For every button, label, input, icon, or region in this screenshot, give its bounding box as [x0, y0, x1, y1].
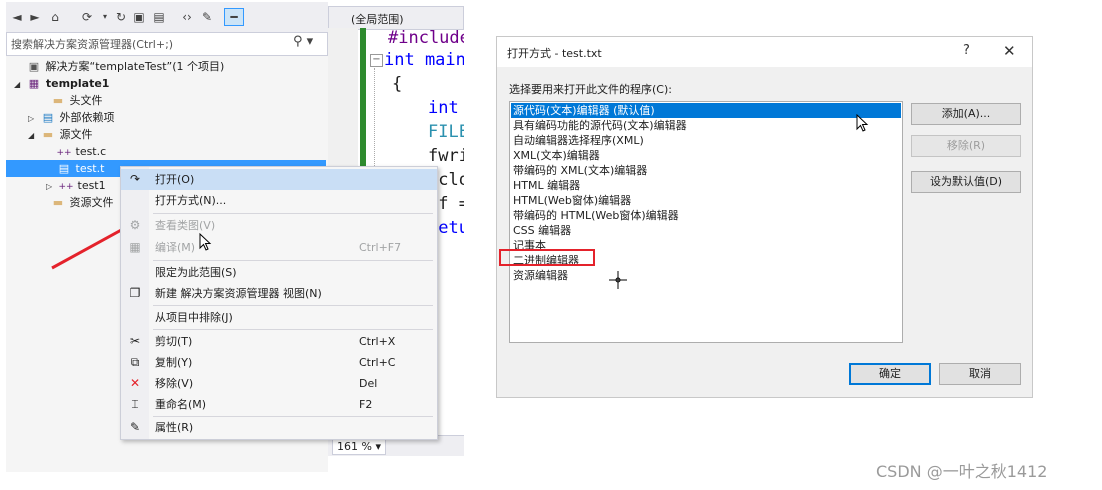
menu-item-view-class-diagram[interactable]: ⚙ 查看类图(V) — [121, 215, 437, 236]
program-list-label: 选择要用来打开此文件的程序(C): — [509, 83, 672, 96]
menu-item-label: 打开(O) — [155, 173, 195, 186]
list-item[interactable]: XML(文本)编辑器 — [511, 148, 901, 163]
menu-item-new-view[interactable]: ❐ 新建 解决方案资源管理器 视图(N) — [121, 283, 437, 304]
menu-item-label: 打开方式(N)... — [155, 194, 227, 207]
menu-item-open-with[interactable]: 打开方式(N)... — [121, 190, 437, 211]
menu-item-open[interactable]: ↷ 打开(O) — [121, 169, 437, 190]
class-diagram-icon: ⚙ — [129, 218, 141, 232]
cancel-button[interactable]: 取消 — [939, 363, 1021, 385]
open-icon: ↷ — [129, 172, 141, 186]
menu-item-shortcut: F2 — [359, 398, 373, 411]
menu-separator — [153, 260, 433, 261]
menu-separator — [153, 305, 433, 306]
list-item[interactable]: CSS 编辑器 — [511, 223, 901, 238]
copy-icon: ⧉ — [130, 355, 140, 369]
menu-item-label: 新建 解决方案资源管理器 视图(N) — [155, 287, 322, 300]
mouse-cursor-icon — [199, 233, 212, 251]
menu-item-remove[interactable]: ✕ 移除(V) Del — [121, 373, 437, 394]
mouse-cursor-icon — [856, 114, 869, 132]
list-item[interactable]: 带编码的 HTML(Web窗体)编辑器 — [511, 208, 901, 223]
add-button[interactable]: 添加(A)... — [911, 103, 1021, 125]
dialog-title: 打开方式 - test.txt — [507, 47, 602, 60]
open-with-dialog: 打开方式 - test.txt ? ✕ 选择要用来打开此文件的程序(C): 源代… — [496, 36, 1033, 398]
cut-icon: ✂ — [129, 334, 141, 348]
program-list[interactable]: 源代码(文本)编辑器 (默认值) 具有编码功能的源代码(文本)编辑器 自动编辑器… — [509, 101, 903, 343]
menu-item-shortcut: Del — [359, 377, 378, 390]
menu-item-cut[interactable]: ✂ 剪切(T) Ctrl+X — [121, 331, 437, 352]
menu-item-label: 限定为此范围(S) — [155, 266, 237, 279]
dialog-titlebar: 打开方式 - test.txt ? ✕ — [497, 37, 1032, 67]
remove-icon: ✕ — [129, 376, 141, 390]
set-default-button[interactable]: 设为默认值(D) — [911, 171, 1021, 193]
remove-button[interactable]: 移除(R) — [911, 135, 1021, 157]
menu-item-shortcut: Ctrl+X — [359, 335, 396, 348]
menu-item-label: 重命名(M) — [155, 398, 207, 411]
menu-item-rename[interactable]: ⌶ 重命名(M) F2 — [121, 394, 437, 415]
menu-item-shortcut: Ctrl+F7 — [359, 241, 402, 254]
menu-item-scope-to-this[interactable]: 限定为此范围(S) — [121, 262, 437, 283]
menu-item-copy[interactable]: ⧉ 复制(Y) Ctrl+C — [121, 352, 437, 373]
list-item[interactable]: HTML 编辑器 — [511, 178, 901, 193]
menu-item-properties[interactable]: ✎ 属性(R) — [121, 417, 437, 438]
list-item[interactable]: 带编码的 XML(文本)编辑器 — [511, 163, 901, 178]
properties-icon: ✎ — [129, 420, 141, 434]
menu-item-label: 从项目中排除(J) — [155, 311, 233, 324]
annotation-highlight-box — [499, 249, 595, 266]
ok-button[interactable]: 确定 — [849, 363, 931, 385]
help-button[interactable]: ? — [963, 43, 970, 58]
list-item[interactable]: HTML(Web窗体)编辑器 — [511, 193, 901, 208]
menu-item-label: 移除(V) — [155, 377, 194, 390]
menu-separator — [153, 213, 433, 214]
menu-item-label: 剪切(T) — [155, 335, 193, 348]
list-item[interactable]: 具有编码功能的源代码(文本)编辑器 — [511, 118, 901, 133]
menu-item-shortcut: Ctrl+C — [359, 356, 396, 369]
list-item[interactable]: 自动编辑器选择程序(XML) — [511, 133, 901, 148]
menu-item-label: 复制(Y) — [155, 356, 193, 369]
new-view-icon: ❐ — [129, 286, 141, 300]
context-menu: ↷ 打开(O) 打开方式(N)... ⚙ 查看类图(V) ▦ 编译(M) Ctr… — [120, 166, 438, 440]
crosshair-cursor-icon — [609, 271, 627, 289]
list-item[interactable]: 源代码(文本)编辑器 (默认值) — [511, 103, 901, 118]
compile-icon: ▦ — [129, 240, 141, 254]
menu-item-label: 属性(R) — [155, 421, 194, 434]
watermark: CSDN @一叶之秋1412 — [876, 462, 1048, 481]
menu-item-exclude[interactable]: 从项目中排除(J) — [121, 307, 437, 328]
menu-item-compile[interactable]: ▦ 编译(M) Ctrl+F7 — [121, 237, 437, 258]
list-item[interactable]: 资源编辑器 — [511, 268, 901, 283]
visual-studio-screenshot: ◄ ► ⌂ ⟳ ▾ ↻ ▣ ▤ ‹› ✎ ━ 搜索解决方案资源管理器(Ctrl+… — [6, 2, 464, 472]
menu-separator — [153, 329, 433, 330]
close-button[interactable]: ✕ — [1003, 42, 1016, 60]
menu-item-label: 编译(M) — [155, 241, 196, 254]
rename-icon: ⌶ — [131, 397, 139, 411]
